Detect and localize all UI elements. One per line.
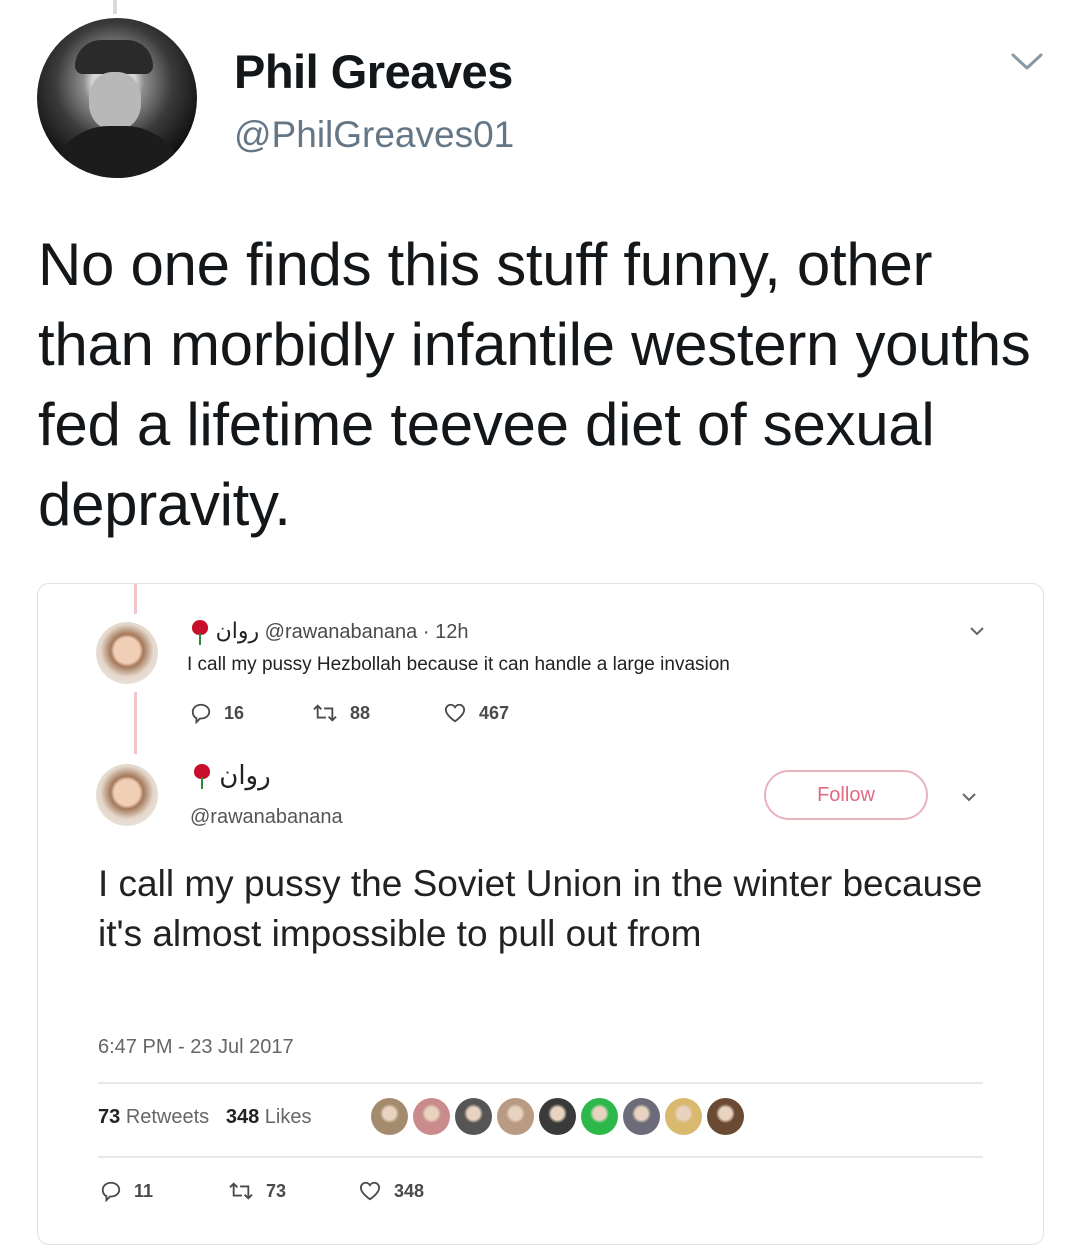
retweets-label[interactable]: Retweets: [126, 1106, 209, 1128]
quoted-screenshot[interactable]: روان @rawanabanana · 12h I call my pussy…: [37, 583, 1044, 1245]
quoted-tweet-text: I call my pussy Hezbollah because it can…: [187, 654, 730, 675]
retweets-count[interactable]: 73: [98, 1106, 120, 1128]
quoted-handle[interactable]: @rawanabanana: [190, 806, 343, 829]
liker-avatar[interactable]: [707, 1098, 744, 1135]
like-icon: [444, 703, 466, 723]
like-icon: [359, 1181, 381, 1201]
chevron-down-icon[interactable]: [961, 792, 977, 802]
quoted-name[interactable]: روان: [219, 760, 270, 790]
quoted-handle[interactable]: @rawanabanana: [265, 621, 418, 643]
liker-avatars[interactable]: [371, 1098, 744, 1135]
quoted-tweet-text: I call my pussy the Soviet Union in the …: [98, 863, 983, 954]
retweet-count: 88: [350, 702, 371, 723]
chevron-down-icon[interactable]: [1010, 52, 1044, 72]
retweet-action[interactable]: 88: [312, 702, 370, 724]
quoted-header: روان @rawanabanana · 12h: [190, 618, 468, 646]
reply-action[interactable]: 11: [100, 1180, 153, 1202]
divider: [98, 1082, 983, 1084]
quoted-time[interactable]: 12h: [435, 621, 468, 643]
follow-button[interactable]: Follow: [764, 770, 928, 820]
reply-action[interactable]: 16: [190, 702, 244, 724]
retweet-icon: [313, 704, 337, 722]
engagement-stats: 73 Retweets 348 Likes: [98, 1106, 312, 1129]
liker-avatar[interactable]: [371, 1098, 408, 1135]
liker-avatar[interactable]: [455, 1098, 492, 1135]
author-display-name[interactable]: Phil Greaves: [234, 44, 513, 99]
retweet-count: 73: [266, 1180, 287, 1201]
like-action[interactable]: 467: [443, 702, 509, 724]
liker-avatar[interactable]: [413, 1098, 450, 1135]
retweet-icon: [229, 1182, 253, 1200]
thread-connector-line: [134, 584, 137, 614]
quoted-avatar[interactable]: [96, 622, 158, 684]
liker-avatar[interactable]: [539, 1098, 576, 1135]
header-separator: ·: [422, 621, 430, 643]
divider: [98, 1156, 983, 1158]
chevron-down-icon[interactable]: [969, 626, 985, 636]
like-count: 467: [479, 702, 510, 723]
tweet-text: No one finds this stuff funny, other tha…: [38, 231, 1031, 538]
retweet-action[interactable]: 73: [228, 1180, 286, 1202]
quoted-name-row: روان: [192, 760, 271, 791]
quoted-name[interactable]: روان: [216, 618, 260, 643]
like-count: 348: [394, 1180, 425, 1201]
likes-label[interactable]: Likes: [265, 1106, 312, 1128]
author-handle[interactable]: @PhilGreaves01: [234, 114, 514, 156]
liker-avatar[interactable]: [581, 1098, 618, 1135]
quoted-avatar[interactable]: [96, 764, 158, 826]
rose-emoji-icon: [192, 764, 212, 790]
likes-count[interactable]: 348: [226, 1106, 259, 1128]
reply-count: 16: [224, 702, 245, 723]
liker-avatar[interactable]: [497, 1098, 534, 1135]
reply-icon: [101, 1181, 121, 1202]
reply-count: 11: [134, 1180, 154, 1201]
liker-avatar[interactable]: [665, 1098, 702, 1135]
reply-icon: [191, 703, 211, 724]
rose-emoji-icon: [190, 619, 210, 646]
tweet-timestamp[interactable]: 6:47 PM - 23 Jul 2017: [98, 1036, 294, 1059]
thread-connector-line: [134, 692, 137, 754]
thread-connector-line: [113, 0, 117, 14]
like-action[interactable]: 348: [358, 1180, 424, 1202]
author-avatar[interactable]: [37, 18, 197, 178]
liker-avatar[interactable]: [623, 1098, 660, 1135]
